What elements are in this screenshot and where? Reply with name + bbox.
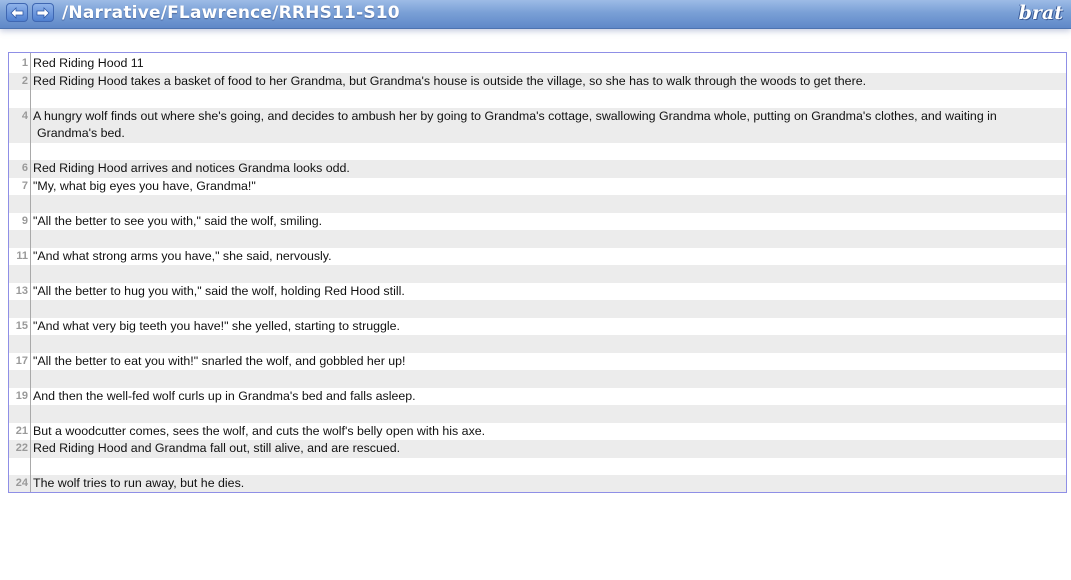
line-text[interactable]: Red Riding Hood 11: [33, 55, 1056, 73]
text-line-row: [9, 458, 1066, 476]
text-line-row: 13 "All the better to hug you with," said…: [9, 283, 1066, 301]
text-line-row: [9, 143, 1066, 161]
text-line-row: 24 The wolf tries to run away, but he die…: [9, 475, 1066, 492]
line-number: 11: [16, 249, 28, 262]
line-number: 17: [15, 354, 28, 367]
text-line-row: 7 "My, what big eyes you have, Grandma!": [9, 178, 1066, 196]
text-line-row: 1 Red Riding Hood 11: [9, 55, 1066, 73]
line-text[interactable]: "All the better to see you with," said t…: [33, 213, 1056, 231]
line-number: 13: [15, 284, 28, 297]
brat-logo[interactable]: brat: [1019, 2, 1063, 24]
line-number-divider: [30, 53, 31, 492]
line-number: 6: [21, 162, 28, 174]
text-line-row: [9, 90, 1066, 108]
line-number: 4: [21, 109, 28, 122]
text-line-row: 2 Red Riding Hood takes a basket of food …: [9, 72, 1066, 91]
prev-document-button[interactable]: [6, 3, 28, 22]
line-number: 7: [21, 179, 28, 192]
line-number: 2: [21, 74, 28, 87]
line-text[interactable]: Red Riding Hood arrives and notices Gran…: [33, 160, 1056, 178]
line-text[interactable]: A hungry wolf finds out where she's goin…: [33, 108, 1056, 126]
text-line-row: [9, 230, 1066, 248]
text-line-row: 21 But a woodcutter comes, sees the wolf,…: [9, 423, 1066, 441]
document-path[interactable]: /Narrative/FLawrence/RRHS11-S10: [62, 3, 400, 23]
top-bar: /Narrative/FLawrence/RRHS11-S10 brat: [0, 0, 1071, 29]
line-text[interactable]: The wolf tries to run away, but he dies.: [33, 475, 1056, 492]
arrow-right-icon: [36, 6, 50, 19]
text-line-row: [9, 300, 1066, 318]
text-line-row: [9, 405, 1066, 423]
next-document-button[interactable]: [32, 3, 54, 22]
text-line-row: 15 "And what very big teeth you have!" sh…: [9, 318, 1066, 336]
line-text[interactable]: "And what strong arms you have," she sai…: [33, 248, 1056, 266]
line-text[interactable]: "And what very big teeth you have!" she …: [33, 318, 1056, 336]
text-line-row: [9, 335, 1066, 353]
line-number: 1: [21, 57, 28, 69]
text-line-row: 19 And then the well-fed wolf curls up in…: [9, 388, 1066, 406]
line-text[interactable]: "All the better to hug you with," said t…: [33, 283, 1056, 301]
line-number: 21: [15, 424, 28, 437]
line-text[interactable]: Red Riding Hood and Grandma fall out, st…: [33, 440, 1056, 458]
text-line-row: 6 Red Riding Hood arrives and notices Gra…: [9, 160, 1066, 178]
text-line-row: [9, 265, 1066, 283]
document-text-area[interactable]: 24 The wolf tries to run away, but he die…: [8, 52, 1067, 493]
line-text-continuation[interactable]: Grandma's bed.: [37, 125, 1056, 143]
text-line-row: 22 Red Riding Hood and Grandma fall out, …: [9, 440, 1066, 458]
text-line-row: [9, 370, 1066, 388]
text-line-row: 11 "And what strong arms you have," she s…: [9, 248, 1066, 266]
line-number: 15: [15, 319, 28, 332]
text-line-row: 17 "All the better to eat you with!" snar…: [9, 353, 1066, 371]
line-text[interactable]: But a woodcutter comes, sees the wolf, a…: [33, 423, 1056, 441]
line-number: 19: [15, 389, 28, 402]
arrow-left-icon: [10, 6, 24, 19]
line-text[interactable]: "All the better to eat you with!" snarle…: [33, 353, 1056, 371]
text-line-row: [9, 195, 1066, 213]
text-line-row: 9 "All the better to see you with," said …: [9, 213, 1066, 231]
line-number: 9: [21, 214, 28, 227]
line-text[interactable]: "My, what big eyes you have, Grandma!": [33, 178, 1056, 196]
line-text[interactable]: Red Riding Hood takes a basket of food t…: [33, 73, 1056, 91]
line-number: 24: [15, 477, 28, 489]
line-text[interactable]: And then the well-fed wolf curls up in G…: [33, 388, 1056, 406]
text-line-row: 4 A hungry wolf finds out where she's goi…: [9, 107, 1066, 143]
line-number: 22: [15, 442, 28, 454]
